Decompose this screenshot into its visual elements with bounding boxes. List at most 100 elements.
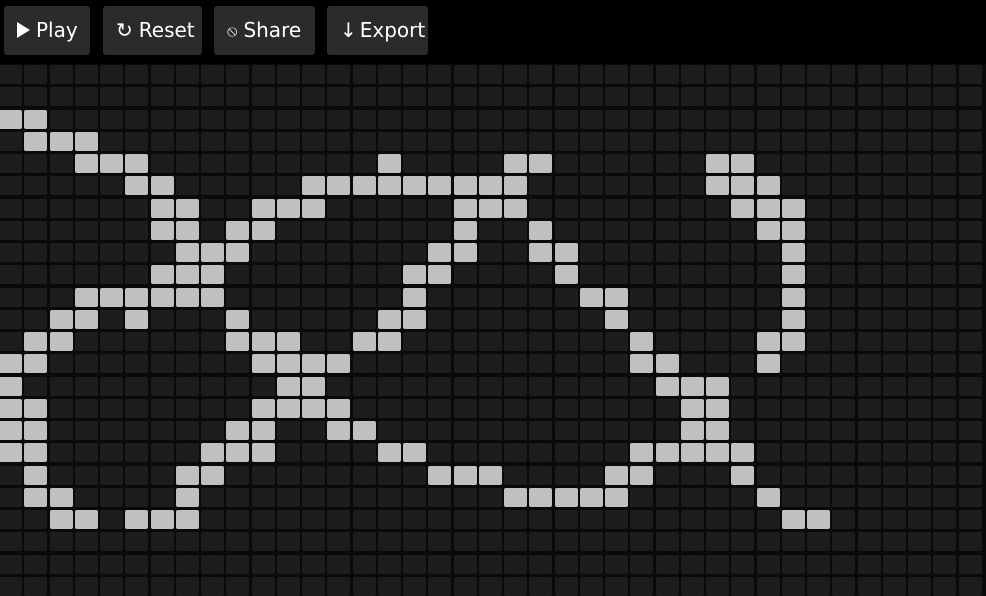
grid-cell[interactable] [908, 221, 931, 240]
grid-cell[interactable] [832, 154, 855, 173]
grid-cell[interactable] [731, 199, 754, 218]
grid-cell[interactable] [959, 176, 982, 195]
grid-cell[interactable] [858, 555, 881, 574]
grid-cell[interactable] [706, 110, 729, 129]
grid-cell[interactable] [428, 265, 451, 284]
grid-cell[interactable] [100, 510, 123, 529]
grid-cell[interactable] [226, 199, 249, 218]
grid-cell[interactable] [378, 87, 401, 106]
grid-cell[interactable] [378, 154, 401, 173]
grid-cell[interactable] [605, 265, 628, 284]
grid-cell[interactable] [529, 176, 552, 195]
grid-cell[interactable] [151, 243, 174, 262]
grid-cell[interactable] [125, 532, 148, 551]
grid-cell[interactable] [75, 443, 98, 462]
grid-cell[interactable] [125, 87, 148, 106]
grid-cell[interactable] [681, 221, 704, 240]
grid-cell[interactable] [933, 132, 956, 151]
grid-cell[interactable] [580, 176, 603, 195]
grid-cell[interactable] [832, 310, 855, 329]
grid-cell[interactable] [504, 265, 527, 284]
grid-cell[interactable] [50, 466, 73, 485]
grid-cell[interactable] [555, 510, 578, 529]
grid-cell[interactable] [933, 221, 956, 240]
grid-cell[interactable] [226, 377, 249, 396]
grid-cell[interactable] [100, 132, 123, 151]
grid-cell[interactable] [580, 488, 603, 507]
grid-cell[interactable] [656, 87, 679, 106]
grid-cell[interactable] [277, 577, 300, 596]
grid-cell[interactable] [908, 354, 931, 373]
grid-cell[interactable] [151, 555, 174, 574]
grid-cell[interactable] [75, 199, 98, 218]
grid-cell[interactable] [757, 288, 780, 307]
grid-cell[interactable] [277, 154, 300, 173]
grid-cell[interactable] [151, 265, 174, 284]
grid-cell[interactable] [959, 265, 982, 284]
grid-cell[interactable] [125, 488, 148, 507]
grid-cell[interactable] [908, 466, 931, 485]
grid-cell[interactable] [504, 176, 527, 195]
grid-cell[interactable] [75, 110, 98, 129]
grid-cell[interactable] [353, 532, 376, 551]
grid-cell[interactable] [403, 421, 426, 440]
grid-cell[interactable] [151, 288, 174, 307]
grid-cell[interactable] [807, 87, 830, 106]
grid-cell[interactable] [757, 154, 780, 173]
grid-cell[interactable] [100, 199, 123, 218]
grid-cell[interactable] [479, 488, 502, 507]
grid-cell[interactable] [75, 354, 98, 373]
grid-cell[interactable] [176, 199, 199, 218]
grid-cell[interactable] [580, 421, 603, 440]
grid-cell[interactable] [50, 488, 73, 507]
grid-cell[interactable] [858, 421, 881, 440]
grid-cell[interactable] [50, 221, 73, 240]
grid-cell[interactable] [883, 510, 906, 529]
grid-cell[interactable] [176, 421, 199, 440]
grid-cell[interactable] [201, 199, 224, 218]
grid-cell[interactable] [454, 110, 477, 129]
grid-cell[interactable] [807, 199, 830, 218]
grid-cell[interactable] [706, 176, 729, 195]
grid-cell[interactable] [656, 199, 679, 218]
grid-cell[interactable] [605, 199, 628, 218]
grid-cell[interactable] [706, 377, 729, 396]
grid-cell[interactable] [883, 354, 906, 373]
grid-cell[interactable] [832, 354, 855, 373]
grid-cell[interactable] [757, 354, 780, 373]
grid-cell[interactable] [226, 243, 249, 262]
grid-cell[interactable] [100, 176, 123, 195]
grid-cell[interactable] [75, 288, 98, 307]
grid-cell[interactable] [100, 354, 123, 373]
grid-cell[interactable] [605, 310, 628, 329]
grid-cell[interactable] [24, 288, 47, 307]
grid-cell[interactable] [479, 332, 502, 351]
grid-cell[interactable] [0, 65, 22, 84]
grid-cell[interactable] [580, 310, 603, 329]
grid-cell[interactable] [378, 555, 401, 574]
grid-cell[interactable] [757, 399, 780, 418]
grid-cell[interactable] [908, 332, 931, 351]
grid-cell[interactable] [151, 443, 174, 462]
grid-cell[interactable] [353, 176, 376, 195]
grid-cell[interactable] [580, 288, 603, 307]
grid-cell[interactable] [933, 265, 956, 284]
grid-cell[interactable] [454, 154, 477, 173]
grid-cell[interactable] [605, 154, 628, 173]
grid-cell[interactable] [151, 510, 174, 529]
grid-cell[interactable] [252, 288, 275, 307]
grid-cell[interactable] [428, 577, 451, 596]
grid-cell[interactable] [100, 443, 123, 462]
grid-cell[interactable] [883, 532, 906, 551]
grid-cell[interactable] [933, 421, 956, 440]
grid-cell[interactable] [302, 443, 325, 462]
grid-cell[interactable] [757, 265, 780, 284]
grid-cell[interactable] [302, 176, 325, 195]
grid-cell[interactable] [858, 332, 881, 351]
grid-cell[interactable] [757, 421, 780, 440]
grid-cell[interactable] [731, 399, 754, 418]
grid-cell[interactable] [555, 332, 578, 351]
grid-cell[interactable] [529, 466, 552, 485]
grid-cell[interactable] [883, 555, 906, 574]
grid-cell[interactable] [959, 399, 982, 418]
